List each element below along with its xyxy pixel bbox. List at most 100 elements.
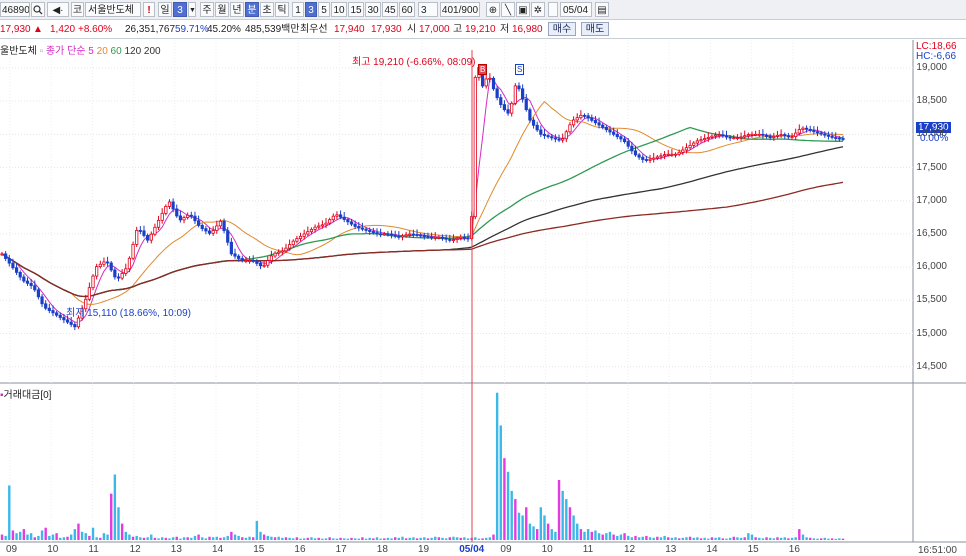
period-week-button[interactable]: 주 [200,2,214,17]
candle-body [196,220,201,226]
chevron-down-icon[interactable]: ▼ [188,2,196,17]
volume-bar [106,534,109,540]
candle-body [732,137,736,140]
volume-bar [663,535,666,540]
period-day-button[interactable]: 일 [158,2,172,17]
candle-body [375,232,379,235]
volume-bar [674,537,677,540]
volume-bar [383,538,386,540]
interval-3-button[interactable]: 3 [305,2,317,17]
period-year-button[interactable]: 년 [230,2,244,17]
candle-body [670,153,674,156]
period-minute-button[interactable]: 분 [245,2,259,17]
candle-body [382,233,386,236]
ma-title: 종가 단순 [45,46,86,57]
volume-bar [645,535,648,540]
candle-body [353,223,357,227]
period-month-button[interactable]: 월 [215,2,229,17]
price-axis-label: 17,500 [916,161,947,173]
gear-icon[interactable]: ✲ [531,2,545,17]
stock-name-field[interactable]: 서울반도체 [85,2,141,17]
candle-body [815,131,820,134]
settings-icon[interactable]: ⊕ [486,2,500,17]
date-checkbox[interactable] [548,2,558,17]
volume-bar [463,537,466,540]
time-axis-label: 18 [376,544,388,555]
sound-icon[interactable]: ◀· [47,2,69,17]
time-axis-label: 14 [706,544,718,555]
date-input[interactable]: 05/04 [560,2,592,17]
volume-bar [386,537,390,540]
volume-bar [597,533,601,540]
candle-body [298,235,303,240]
sell-button[interactable]: 매도 [581,22,609,36]
interval-45-button[interactable]: 45 [382,2,398,17]
volume-bar [514,499,517,540]
buy-button[interactable]: 매수 [548,22,576,36]
volume-bar [335,538,339,540]
volume-bar [233,534,237,540]
candle-body [215,225,219,231]
interval-30-button[interactable]: 30 [365,2,381,17]
volume-bar [62,537,66,540]
line-tool-icon[interactable]: ╲ [501,2,515,17]
candle-body [710,135,714,138]
price-axis-label: 18,000 [916,128,947,140]
candle-body [335,214,339,217]
calendar-icon[interactable]: ▤ [595,2,609,17]
count-input[interactable]: 3 [418,2,438,17]
candle-body [127,257,132,270]
candle-body [721,134,725,137]
candle-body [564,131,568,140]
interval-10-button[interactable]: 10 [331,2,347,17]
interval-60-button[interactable]: 60 [399,2,415,17]
candle-body [666,153,670,156]
period-count-select[interactable]: 3 [173,2,187,17]
ask-price: 17,940 [334,24,365,35]
volume-bar [182,537,186,540]
candle-body [786,135,790,138]
candle-body [237,255,241,259]
volume-bar [211,537,215,540]
candle-body [757,133,761,136]
volume-bar [805,537,808,540]
interval-5-button[interactable]: 5 [318,2,330,17]
period-tick-button[interactable]: 틱 [275,2,289,17]
candle-body [535,124,539,131]
candle-body [433,236,437,239]
candle-body [331,215,335,221]
candle-body [659,155,663,158]
candle-body [484,78,488,87]
candle-body [186,214,190,218]
candle-body [615,133,619,138]
volume-bar [696,537,699,540]
candle-body [175,208,179,217]
time-axis-label: 15 [253,544,265,555]
interval-15-button[interactable]: 15 [348,2,364,17]
volume-bar [652,537,655,540]
volume-title: 거래대금[0] [3,390,52,401]
volume-bar [503,458,506,540]
volume-bar [779,537,783,540]
interval-1-button[interactable]: 1 [292,2,304,17]
change-rate: +8.60% [78,24,113,35]
candle-body [681,149,685,153]
candle-body [812,130,816,133]
chart-toolbar: 46890 ◀· 코 서울반도체 ! 일 3 ▼ 주 월 년 분 초 틱 1 3… [0,0,966,20]
candle-body [426,235,430,238]
time-axis-label: 10 [541,544,553,555]
period-second-button[interactable]: 초 [260,2,274,17]
volume-bar [284,537,288,540]
volume-bar [135,535,138,540]
volume-bar [714,537,717,540]
volume-bar [565,499,568,540]
warning-button[interactable]: ! [143,2,155,17]
candle-body [517,85,521,90]
volume-bar [626,535,630,540]
volume-bar [554,531,557,540]
save-icon[interactable]: ▣ [516,2,530,17]
candle-body [0,253,4,256]
stock-code-input[interactable]: 46890 [0,2,30,17]
search-icon[interactable] [31,2,45,17]
price-chart[interactable] [0,40,966,556]
